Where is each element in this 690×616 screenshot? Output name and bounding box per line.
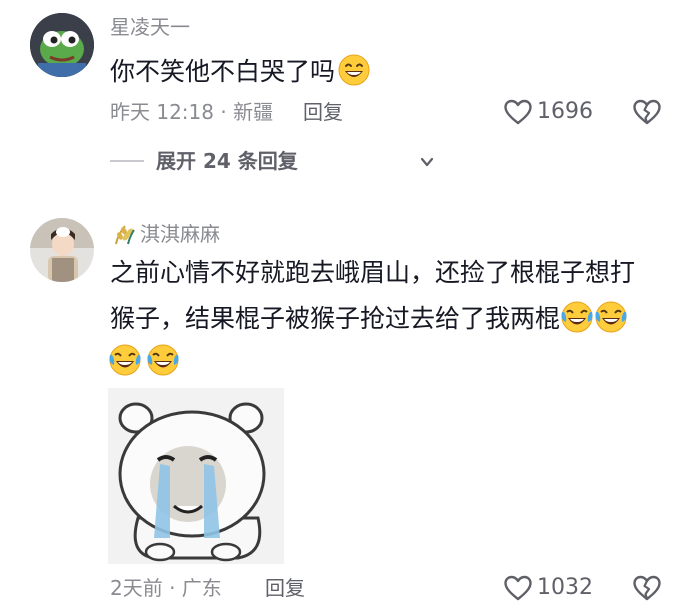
like-count: 1032 bbox=[537, 575, 593, 600]
broken-heart-icon bbox=[633, 99, 661, 125]
expand-divider-line bbox=[110, 160, 144, 162]
comment-text: 你不笑他不白哭了吗 bbox=[110, 53, 371, 93]
rofl-emoji bbox=[560, 300, 594, 340]
avatar[interactable] bbox=[30, 218, 94, 282]
reply-button[interactable]: 回复 bbox=[265, 576, 305, 600]
heart-outline-icon bbox=[504, 99, 532, 125]
heart-outline-icon bbox=[504, 575, 532, 601]
comment-text-line-3 bbox=[108, 343, 180, 379]
comment-text-line-2-content: 猴子，结果棍子被猴子抢过去给了我两棍 bbox=[110, 304, 561, 333]
rofl-emoji bbox=[594, 300, 628, 340]
frog-avatar-image bbox=[30, 13, 94, 77]
like-button[interactable]: 1032 bbox=[503, 574, 593, 602]
girl-avatar-image bbox=[30, 218, 94, 282]
like-count: 1696 bbox=[537, 99, 593, 124]
broken-heart-icon bbox=[633, 575, 661, 601]
comment-text-line-2: 猴子，结果棍子被猴子抢过去给了我两棍 bbox=[110, 300, 628, 340]
comment-text-line-1: 之前心情不好就跑去峨眉山，还捡了根棍子想打 bbox=[110, 258, 636, 287]
rofl-emoji bbox=[108, 343, 142, 381]
crying-bear-sticker[interactable] bbox=[108, 388, 284, 564]
wheat-badge-icon bbox=[110, 222, 138, 246]
dislike-button[interactable] bbox=[632, 98, 662, 126]
like-button[interactable]: 1696 bbox=[503, 98, 593, 126]
rofl-emoji bbox=[146, 343, 180, 381]
dislike-button[interactable] bbox=[632, 574, 662, 602]
smiling-emoji bbox=[335, 53, 371, 93]
avatar[interactable] bbox=[30, 13, 94, 77]
reply-button[interactable]: 回复 bbox=[303, 100, 343, 124]
expand-replies[interactable]: 展开 24 条回复 bbox=[110, 148, 434, 176]
expand-replies-label: 展开 24 条回复 bbox=[156, 149, 298, 173]
username[interactable]: 星凌天一 bbox=[110, 15, 190, 39]
comment-text-content: 你不笑他不白哭了吗 bbox=[110, 57, 336, 86]
comment-time-location: 2天前 · 广东 bbox=[110, 576, 222, 600]
username[interactable]: 淇淇麻麻 bbox=[140, 222, 220, 246]
chevron-down-icon bbox=[420, 157, 434, 167]
comment-time-location: 昨天 12:18 · 新疆 bbox=[110, 100, 274, 124]
